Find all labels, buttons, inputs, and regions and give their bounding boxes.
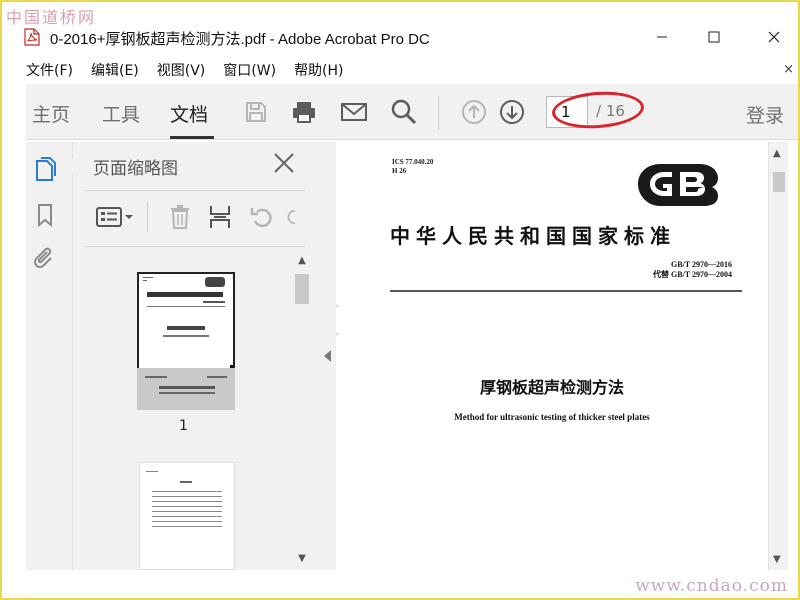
navigation-pane-strip [26, 142, 72, 570]
gb-logo [634, 162, 720, 206]
panel-collapse-handle[interactable] [320, 142, 336, 570]
doc-scroll-up-icon[interactable]: ▲ [773, 148, 781, 159]
scroll-up-icon[interactable]: ▲ [295, 254, 309, 268]
standard-title: 中华人民共和国国家标准 [390, 224, 676, 248]
thumbnail-label-1: 1 [179, 418, 188, 434]
thumbnail-panel: 页面缩略图 ▲ ▼ 1 [65, 142, 322, 570]
thumbnail-options-icon[interactable] [93, 202, 137, 232]
main-toolbar: 主页 工具 文档 1 / 16 登录 [26, 84, 798, 140]
panel-divider [85, 190, 305, 191]
toolbar-separator [438, 96, 439, 130]
collapse-arrow-icon[interactable] [324, 350, 331, 362]
menu-view[interactable]: 视图(V) [157, 60, 206, 80]
title-bar: 中国道桥网 0-2016+厚钢板超声检测方法.pdf - Adobe Acrob… [2, 2, 798, 58]
panel-tool-separator [147, 202, 148, 232]
thumbnail-page-2[interactable] [139, 462, 235, 570]
window-title: 0-2016+厚钢板超声检测方法.pdf - Adobe Acrobat Pro… [50, 31, 430, 48]
menu-window[interactable]: 窗口(W) [223, 60, 276, 80]
menu-edit[interactable]: 编辑(E) [91, 60, 139, 80]
tab-document[interactable]: 文档 [170, 100, 208, 127]
extract-icon[interactable] [205, 202, 235, 232]
save-icon[interactable] [242, 98, 270, 126]
panel-divider-2 [85, 246, 305, 247]
email-icon[interactable] [340, 98, 368, 126]
delete-icon[interactable] [165, 202, 195, 232]
doc-ics-line: ICS 77.040.20 [392, 158, 434, 166]
bookmark-icon[interactable] [32, 202, 58, 228]
document-view[interactable]: ICS 77.040.20 H 26 中华人民共和国国家标准 GB/T 2970… [336, 142, 768, 570]
doc-scroll-thumb[interactable] [773, 172, 785, 192]
thumbnail-page-1-footer [137, 368, 235, 410]
thumbnail-scrollbar[interactable]: ▲ ▼ [293, 250, 311, 570]
margin-mark: · [336, 330, 339, 339]
watermark-bottom: www.cndao.com [635, 576, 788, 596]
watermark-top: 中国道桥网 [6, 8, 97, 27]
doc-scroll-down-icon[interactable]: ▼ [773, 554, 781, 565]
standard-code: GB/T 2970—2016 代替 GB/T 2970—2004 [653, 260, 732, 280]
scroll-thumb[interactable] [295, 274, 309, 304]
menu-bar: 文件(F) 编辑(E) 视图(V) 窗口(W) 帮助(H) × [2, 58, 798, 82]
panel-title: 页面缩略图 [93, 159, 178, 179]
standard-replaces-line: 代替 GB/T 2970—2004 [653, 270, 732, 279]
acrobat-window: 中国道桥网 0-2016+厚钢板超声检测方法.pdf - Adobe Acrob… [0, 0, 800, 600]
page-up-icon[interactable] [460, 98, 488, 126]
rotate-cw-icon[interactable] [285, 202, 303, 232]
login-button[interactable]: 登录 [746, 101, 784, 128]
window-close-button[interactable] [754, 24, 794, 50]
menu-help[interactable]: 帮助(H) [294, 60, 343, 80]
page-down-icon[interactable] [498, 98, 526, 126]
panel-close-icon[interactable] [273, 152, 297, 176]
tab-home[interactable]: 主页 [32, 100, 70, 127]
panel-pointer [65, 158, 73, 174]
scroll-down-icon[interactable]: ▼ [295, 552, 309, 566]
document-title-cn: 厚钢板超声检测方法 [479, 378, 624, 397]
print-icon[interactable] [290, 98, 318, 126]
doc-ics-code: ICS 77.040.20 H 26 [392, 158, 433, 176]
menu-file[interactable]: 文件(F) [26, 60, 73, 80]
document-scrollbar[interactable]: ▲ ▼ [768, 142, 788, 570]
menu-close-button[interactable]: × [783, 62, 794, 77]
search-icon[interactable] [390, 98, 418, 126]
tab-tools[interactable]: 工具 [102, 100, 140, 127]
header-rule [390, 290, 742, 292]
pdf-file-icon [24, 28, 40, 46]
margin-mark: · [336, 302, 339, 311]
active-tab-indicator [170, 136, 214, 139]
maximize-button[interactable] [694, 24, 734, 50]
attachment-icon[interactable] [32, 246, 58, 272]
rotate-ccw-icon[interactable] [247, 202, 277, 232]
document-title-en: Method for ultrasonic testing of thicker… [454, 412, 650, 422]
minimize-button[interactable] [642, 24, 682, 50]
standard-code-line: GB/T 2970—2016 [671, 260, 732, 269]
doc-h-line: H 26 [392, 167, 407, 175]
bottom-strip: www.cndao.com [2, 570, 798, 598]
page-thumbnails-icon[interactable] [32, 156, 58, 182]
